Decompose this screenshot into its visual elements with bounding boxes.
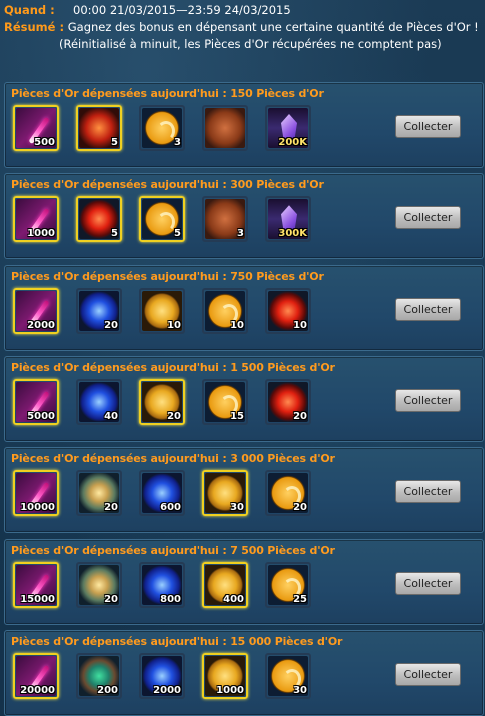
reward-item-slot[interactable]: 2000 — [139, 652, 185, 699]
item-quantity: 1000 — [27, 228, 55, 240]
item-quantity: 3 — [237, 228, 244, 240]
tier-title: Pièces d'Or dépensées aujourd'hui : 150 … — [11, 87, 324, 100]
summary-row: Résumé : Gagnez des bonus en dépensant u… — [4, 19, 484, 36]
item-quantity: 15000 — [20, 593, 55, 605]
reward-item-slot[interactable]: 500 — [13, 105, 59, 151]
reward-item-slot[interactable]: 20000 — [13, 652, 59, 699]
item-quantity: 800 — [160, 593, 181, 605]
item-quantity: 600 — [160, 502, 181, 514]
reward-tier-panel: Pièces d'Or dépensées aujourd'hui : 15 0… — [4, 629, 484, 716]
item-quantity: 30 — [293, 684, 307, 696]
item-quantity: 2000 — [153, 684, 181, 696]
item-quantity: 500 — [34, 137, 55, 148]
item-quantity: 300K — [278, 228, 307, 240]
item-quantity: 5000 — [27, 410, 55, 422]
reward-item-slot[interactable]: 15000 — [13, 561, 59, 608]
pouch-icon — [205, 108, 245, 148]
reward-item-slot[interactable]: 20 — [265, 378, 311, 425]
item-quantity: 200K — [278, 137, 307, 148]
item-quantity: 10 — [230, 319, 244, 331]
item-quantity: 5 — [111, 228, 118, 240]
reward-item-slot[interactable]: 300K — [265, 196, 311, 243]
collect-button[interactable]: Collecter — [395, 480, 461, 504]
reward-item-slot[interactable]: 5 — [76, 196, 122, 243]
item-quantity: 400 — [223, 593, 244, 605]
item-quantity: 20 — [104, 502, 118, 514]
item-quantity: 200 — [97, 684, 118, 696]
collect-button[interactable]: Collecter — [395, 388, 461, 412]
reward-item-slot[interactable]: 1000 — [13, 196, 59, 243]
when-row: Quand : 00:00 21/03/2015—23:59 24/03/201… — [4, 2, 484, 19]
reward-item-slot[interactable]: 400 — [202, 561, 248, 608]
item-quantity: 20 — [104, 319, 118, 331]
item-quantity: 30 — [230, 502, 244, 514]
item-quantity: 20 — [293, 502, 307, 514]
reward-item-slot[interactable]: 15 — [202, 378, 248, 425]
reward-item-slot[interactable]: 30 — [202, 470, 248, 517]
reward-item-slot[interactable]: 20 — [265, 470, 311, 517]
reward-item-slot[interactable]: 10 — [202, 287, 248, 334]
reward-tier-panel: Pièces d'Or dépensées aujourd'hui : 750 … — [4, 264, 484, 351]
item-quantity: 3 — [174, 137, 181, 148]
item-quantity: 10000 — [20, 502, 55, 514]
reward-item-slot[interactable]: 200K — [265, 105, 311, 151]
reward-tier-panel: Pièces d'Or dépensées aujourd'hui : 7 50… — [4, 538, 484, 625]
tier-title: Pièces d'Or dépensées aujourd'hui : 1 50… — [11, 360, 335, 374]
reward-tier-panel: Pièces d'Or dépensées aujourd'hui : 1 50… — [4, 355, 484, 442]
item-quantity: 20000 — [20, 684, 55, 696]
tier-title: Pièces d'Or dépensées aujourd'hui : 750 … — [11, 269, 324, 283]
tier-title: Pièces d'Or dépensées aujourd'hui : 7 50… — [11, 543, 335, 557]
when-value: 00:00 21/03/2015—23:59 24/03/2015 — [73, 3, 291, 17]
reward-item-slot[interactable]: 10 — [139, 287, 185, 334]
reward-item-slot[interactable]: 200 — [76, 652, 122, 699]
reward-item-slot[interactable]: 20 — [139, 378, 185, 425]
item-quantity: 25 — [293, 593, 307, 605]
reward-tier-panel: Pièces d'Or dépensées aujourd'hui : 3 00… — [4, 447, 484, 534]
item-quantity: 20 — [293, 410, 307, 422]
reward-item-slot[interactable]: 2000 — [13, 287, 59, 334]
item-quantity: 5 — [174, 228, 181, 240]
reward-item-slot[interactable] — [202, 105, 248, 151]
summary-label: Résumé : — [4, 20, 65, 34]
collect-button[interactable]: Collecter — [395, 662, 461, 686]
reward-item-slot[interactable]: 10 — [265, 287, 311, 334]
item-quantity: 15 — [230, 410, 244, 422]
when-label: Quand : — [4, 3, 55, 17]
item-quantity: 10 — [293, 319, 307, 331]
item-quantity: 40 — [104, 410, 118, 422]
reward-item-slot[interactable]: 20 — [76, 561, 122, 608]
item-quantity: 10 — [167, 319, 181, 331]
collect-button[interactable]: Collecter — [395, 571, 461, 595]
tier-title: Pièces d'Or dépensées aujourd'hui : 3 00… — [11, 452, 335, 466]
item-quantity: 5 — [111, 137, 118, 148]
item-quantity: 1000 — [216, 684, 244, 696]
tier-title: Pièces d'Or dépensées aujourd'hui : 300 … — [11, 178, 324, 192]
event-header: Quand : 00:00 21/03/2015—23:59 24/03/201… — [4, 2, 484, 53]
reward-tier-panel: Pièces d'Or dépensées aujourd'hui : 300 … — [4, 173, 484, 260]
reward-item-slot[interactable]: 30 — [265, 652, 311, 699]
item-quantity: 2000 — [27, 319, 55, 331]
item-quantity: 20 — [167, 410, 181, 422]
summary-note: (Réinitialisé à minuit, les Pièces d'Or … — [59, 37, 442, 51]
reward-item-slot[interactable]: 10000 — [13, 470, 59, 517]
reward-item-slot[interactable]: 20 — [76, 287, 122, 334]
reward-tier-panel: Pièces d'Or dépensées aujourd'hui : 150 … — [4, 82, 484, 168]
summary-value: Gagnez des bonus en dépensant une certai… — [67, 20, 479, 34]
reward-item-slot[interactable]: 600 — [139, 470, 185, 517]
reward-item-slot[interactable]: 20 — [76, 470, 122, 517]
reward-item-slot[interactable]: 800 — [139, 561, 185, 608]
reward-item-slot[interactable]: 3 — [139, 105, 185, 151]
reward-item-slot[interactable]: 25 — [265, 561, 311, 608]
reward-item-slot[interactable]: 5 — [139, 196, 185, 243]
reward-item-slot[interactable]: 1000 — [202, 652, 248, 699]
collect-button[interactable]: Collecter — [395, 206, 461, 230]
reward-item-slot[interactable]: 3 — [202, 196, 248, 243]
tier-title: Pièces d'Or dépensées aujourd'hui : 15 0… — [11, 634, 343, 648]
collect-button[interactable]: Collecter — [395, 297, 461, 321]
collect-button[interactable]: Collecter — [395, 115, 461, 138]
reward-item-slot[interactable]: 5 — [76, 105, 122, 151]
reward-item-slot[interactable]: 5000 — [13, 378, 59, 425]
reward-item-slot[interactable]: 40 — [76, 378, 122, 425]
item-quantity: 20 — [104, 593, 118, 605]
